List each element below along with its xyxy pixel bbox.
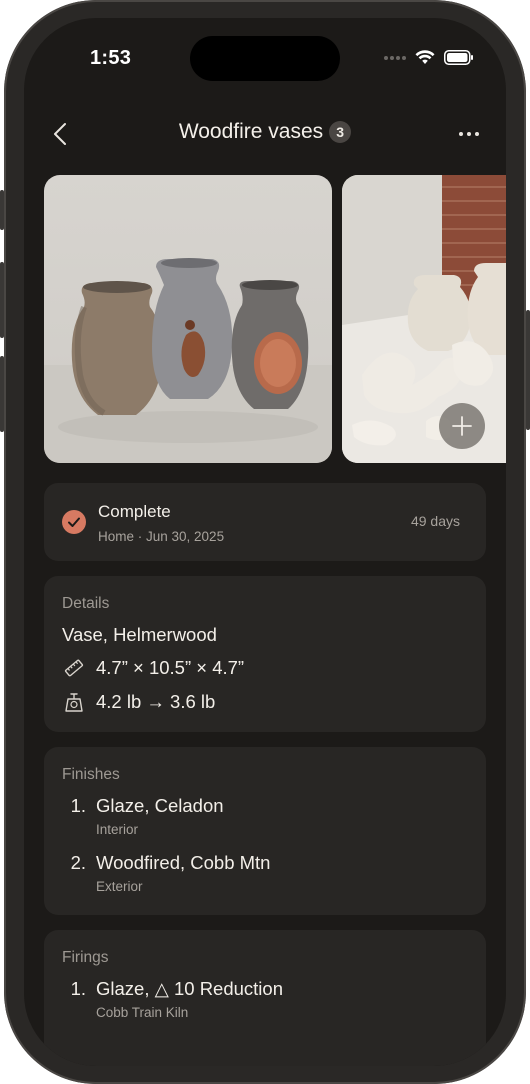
dynamic-island — [190, 36, 340, 81]
screen: 1:53 Woodfire vases 3 Complete Home · Ju… — [24, 18, 506, 1066]
dimensions-row: 4.7” × 10.5” × 4.7” — [62, 656, 244, 680]
finish-location: Interior — [96, 822, 139, 837]
details-name: Vase, Helmerwood — [62, 624, 217, 645]
firings-card[interactable]: Firings 1. Glaze, △ 10 Reduction Cobb Tr… — [44, 930, 486, 1066]
details-card[interactable]: Details Vase, Helmerwood 4.7” × 10.5” × … — [44, 576, 486, 732]
firing-number: 1. — [70, 978, 86, 999]
add-photo-button[interactable] — [439, 403, 485, 449]
weight-value: 4.2 lb → 3.6 lb — [96, 691, 216, 712]
details-title: Details — [62, 595, 110, 612]
status-time: 1:53 — [90, 47, 132, 69]
battery-icon — [444, 50, 473, 65]
volume-up-button — [0, 262, 4, 338]
status-subtitle: Home · Jun 30, 2025 — [98, 529, 225, 544]
weight-row: 4.2 lb → 3.6 lb — [62, 690, 215, 714]
firing-item[interactable]: 1. Glaze, △ 10 Reduction Cobb Train Kiln — [70, 978, 283, 1020]
ellipsis-icon — [459, 132, 479, 136]
wifi-icon — [415, 50, 435, 64]
photo-vases[interactable] — [44, 175, 332, 463]
finish-number: 1. — [70, 795, 86, 816]
firing-name: Glaze, △ 10 Reduction — [96, 978, 283, 999]
photo-carousel[interactable] — [44, 175, 506, 463]
status-days: 49 days — [410, 513, 460, 529]
status-label: Complete — [98, 502, 171, 521]
page-title: Woodfire vases 3 — [24, 120, 506, 144]
status-card[interactable]: Complete Home · Jun 30, 2025 49 days — [44, 483, 486, 561]
firing-kiln: Cobb Train Kiln — [96, 1005, 189, 1020]
status-icons — [384, 50, 474, 65]
finish-item[interactable]: 2. Woodfired, Cobb Mtn Exterior — [70, 852, 271, 894]
finishes-card[interactable]: Finishes 1. Glaze, Celadon Interior 2. W… — [44, 747, 486, 915]
finish-item[interactable]: 1. Glaze, Celadon Interior — [70, 795, 224, 837]
finish-location: Exterior — [96, 879, 143, 894]
cellular-signal-icon — [384, 55, 406, 60]
scale-icon — [62, 690, 86, 714]
complete-check-icon — [62, 510, 86, 534]
finish-number: 2. — [70, 852, 86, 873]
more-options-button[interactable] — [454, 122, 484, 146]
volume-down-button — [0, 356, 4, 432]
firings-title: Firings — [62, 949, 109, 966]
side-button — [526, 310, 530, 430]
ruler-icon — [62, 656, 86, 680]
finish-name: Woodfired, Cobb Mtn — [96, 852, 271, 873]
plus-icon — [452, 416, 472, 436]
photo-count-badge: 3 — [329, 121, 352, 143]
dimensions-value: 4.7” × 10.5” × 4.7” — [96, 657, 245, 678]
finish-name: Glaze, Celadon — [96, 795, 224, 816]
action-button — [0, 190, 4, 230]
finishes-title: Finishes — [62, 766, 120, 783]
page-title-text: Woodfire vases — [178, 120, 324, 143]
vases-photo-image — [44, 258, 332, 463]
